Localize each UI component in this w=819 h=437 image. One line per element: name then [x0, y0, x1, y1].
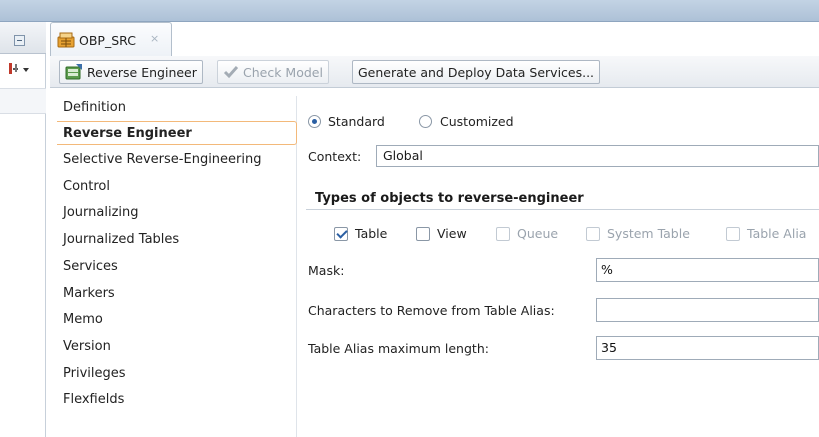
system-table-checkbox[interactable] — [586, 227, 600, 241]
tab-obp-src[interactable]: OBP_SRC × — [50, 22, 172, 56]
collapse-icon[interactable] — [14, 35, 25, 46]
standard-label: Standard — [328, 114, 385, 129]
queue-checkbox-label: Queue — [517, 226, 559, 241]
nav-item-definition[interactable]: Definition — [57, 96, 297, 120]
close-icon[interactable]: × — [150, 32, 159, 45]
customized-label: Customized — [440, 114, 514, 129]
nav-item-memo[interactable]: Memo — [57, 308, 297, 332]
types-section-title: Types of objects to reverse-engineer — [315, 191, 584, 206]
table-alias-checkbox[interactable] — [726, 227, 740, 241]
checkmark-icon — [223, 66, 239, 79]
chars-remove-input[interactable] — [596, 298, 819, 322]
nav-item-version[interactable]: Version — [57, 335, 297, 359]
check-model-label: Check Model — [243, 64, 323, 80]
tab-title: OBP_SRC — [79, 33, 136, 48]
nav-item-reverse-engineer[interactable]: Reverse Engineer — [57, 121, 297, 145]
window-top-bar — [0, 0, 819, 22]
chars-remove-label: Characters to Remove from Table Alias: — [308, 303, 555, 318]
left-collapsed-panel — [0, 22, 46, 437]
check-model-button[interactable]: Check Model — [217, 60, 329, 84]
nav-item-journalized-tables[interactable]: Journalized Tables — [57, 228, 297, 252]
left-panel-header — [0, 22, 46, 54]
generate-deploy-label: Generate and Deploy Data Services... — [358, 64, 595, 80]
toolbar: Reverse Engineer Check Model Generate an… — [50, 56, 819, 88]
alias-max-length-label: Table Alias maximum length: — [308, 341, 489, 356]
reverse-engineer-label: Reverse Engineer — [87, 64, 197, 80]
settings-nav: Definition Reverse Engineer Selective Re… — [57, 96, 297, 437]
customized-radio[interactable] — [419, 115, 432, 128]
wand-dropdown-icon[interactable] — [6, 60, 30, 78]
standard-radio[interactable] — [308, 115, 321, 128]
nav-item-flexfields[interactable]: Flexfields — [57, 388, 297, 412]
nav-item-markers[interactable]: Markers — [57, 282, 297, 306]
reverse-engineer-button[interactable]: Reverse Engineer — [59, 60, 203, 84]
reverse-engineer-icon — [65, 64, 82, 80]
context-label: Context: — [308, 149, 362, 164]
nav-item-control[interactable]: Control — [57, 175, 297, 199]
nav-item-selective-reverse-engineering[interactable]: Selective Reverse-Engineering — [57, 148, 297, 172]
alias-max-length-input[interactable]: 35 — [596, 336, 819, 360]
table-checkbox[interactable] — [334, 227, 348, 241]
generate-deploy-button[interactable]: Generate and Deploy Data Services... — [352, 60, 601, 84]
queue-checkbox[interactable] — [496, 227, 510, 241]
view-checkbox-label: View — [437, 226, 467, 241]
reverse-engineer-panel: Standard Customized Context: Global Type… — [298, 96, 819, 437]
section-divider — [306, 209, 819, 210]
view-checkbox[interactable] — [416, 227, 430, 241]
datastore-model-icon — [57, 32, 75, 51]
nav-item-privileges[interactable]: Privileges — [57, 362, 297, 386]
mask-label: Mask: — [308, 263, 345, 278]
mask-input[interactable]: % — [596, 258, 819, 282]
nav-item-journalizing[interactable]: Journalizing — [57, 201, 297, 225]
nav-item-services[interactable]: Services — [57, 255, 297, 279]
system-table-checkbox-label: System Table — [607, 226, 690, 241]
table-checkbox-label: Table — [355, 226, 388, 241]
table-alias-checkbox-label: Table Alia — [747, 226, 807, 241]
left-panel-row — [0, 88, 46, 114]
context-select[interactable]: Global — [376, 145, 819, 167]
